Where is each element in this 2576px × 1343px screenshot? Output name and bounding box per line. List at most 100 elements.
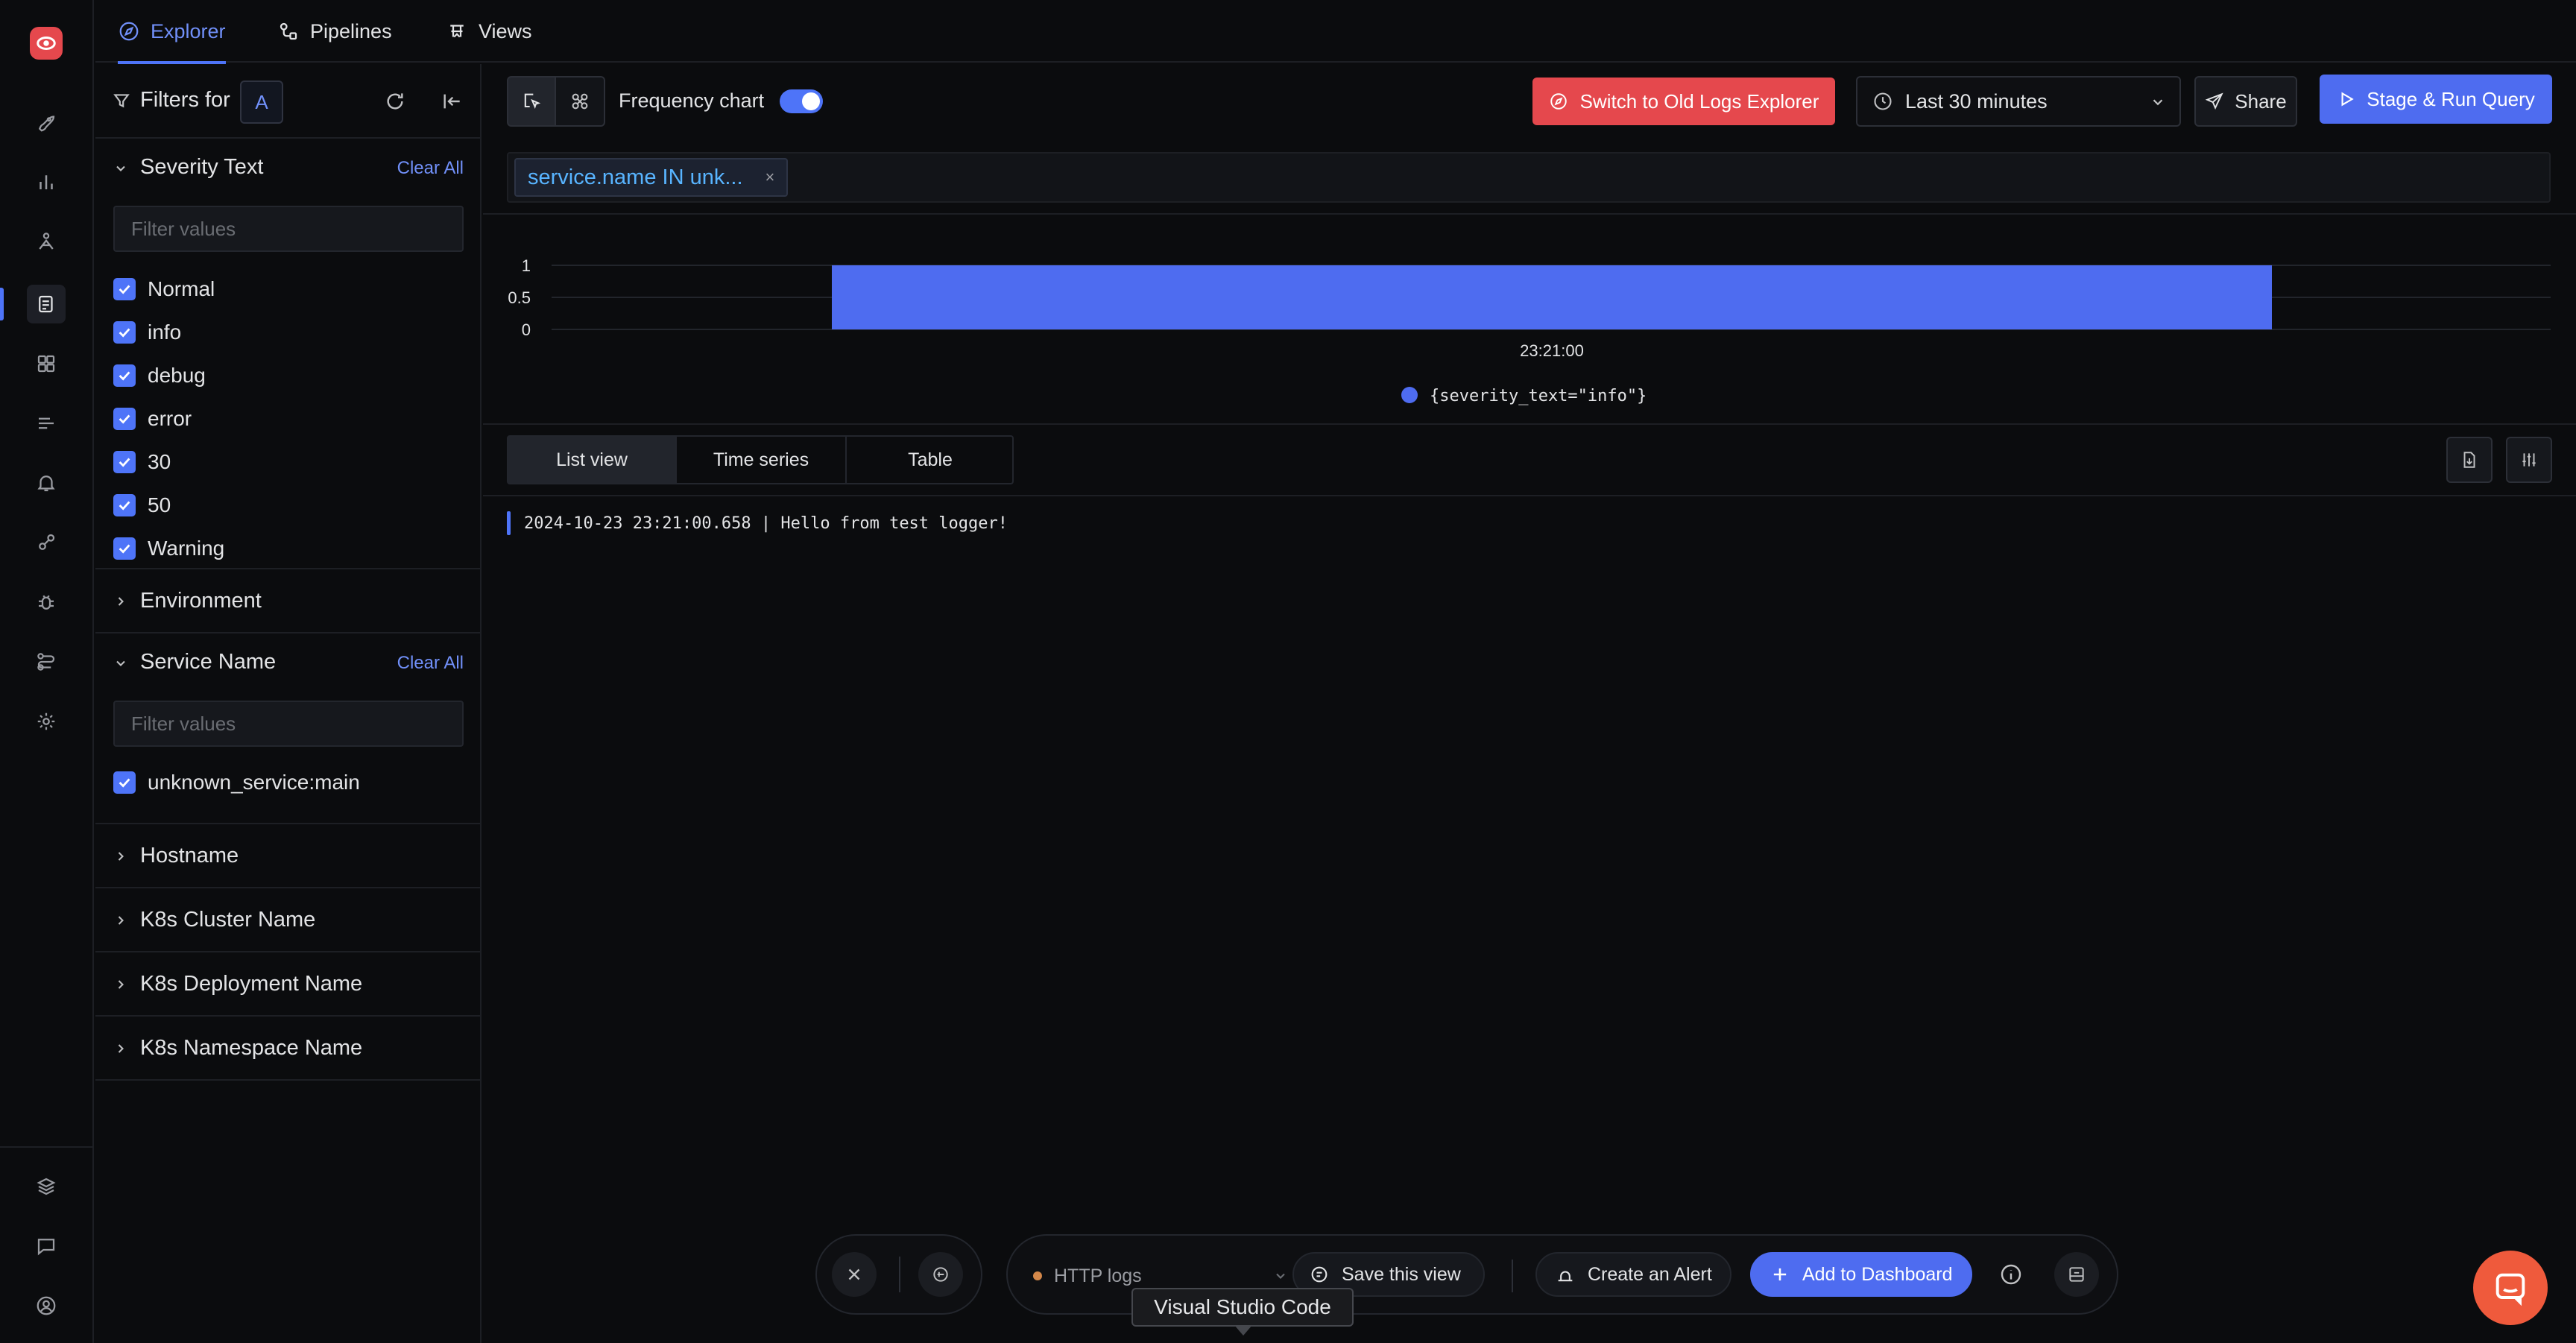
close-icon[interactable]: × [765, 168, 775, 187]
environment-title: Environment [140, 589, 262, 613]
sliders-icon [2522, 453, 2536, 467]
tab-list-view[interactable]: List view [508, 437, 677, 483]
severity-filter-input[interactable]: Filter values [113, 206, 464, 252]
log-line-text: 2024-10-23 23:21:00.658 | Hello from tes… [524, 514, 1008, 533]
severity-option-50[interactable]: 50 [113, 490, 171, 520]
settings-icon[interactable] [27, 702, 66, 741]
severity-indicator [507, 511, 511, 535]
signoz-logo-icon[interactable] [30, 27, 63, 60]
download-button[interactable] [2446, 437, 2493, 483]
alert-bell-icon[interactable] [27, 464, 66, 502]
hostname-title: Hostname [140, 844, 239, 868]
checkbox-checked[interactable] [113, 451, 136, 473]
log-line[interactable]: 2024-10-23 23:21:00.658 | Hello from tes… [507, 511, 1008, 535]
bottom-left-controls [815, 1234, 982, 1315]
legend-label: {severity_text="info"} [1430, 387, 1647, 405]
tab-views[interactable]: Views [446, 0, 532, 63]
chevron-right-icon [118, 1044, 124, 1053]
context-mode-button[interactable] [556, 76, 605, 127]
integrations-icon[interactable] [27, 523, 66, 562]
create-alert-button[interactable]: Create an Alert [1535, 1252, 1731, 1297]
severity-option-error[interactable]: error [113, 404, 192, 434]
k8s-namespace-section[interactable]: K8s Namespace Name [95, 1017, 482, 1081]
severity-option-normal[interactable]: Normal [113, 274, 215, 304]
environment-section[interactable]: Environment [95, 569, 482, 633]
stage-run-query-button[interactable]: Stage & Run Query [2320, 75, 2552, 124]
severity-option-warning[interactable]: Warning [113, 534, 224, 563]
checkbox-checked[interactable] [113, 278, 136, 300]
rocket-icon[interactable] [27, 103, 66, 142]
query-search-bar[interactable]: service.name IN unk... × [507, 152, 2551, 203]
support-chat-button[interactable] [2473, 1251, 2548, 1325]
checkbox-checked[interactable] [113, 321, 136, 344]
checkbox-checked[interactable] [113, 494, 136, 516]
share-button[interactable]: Share [2194, 76, 2297, 127]
workflow-icon[interactable] [27, 642, 66, 681]
add-to-dashboard-button[interactable]: Add to Dashboard [1750, 1252, 1972, 1297]
tab-explorer-label: Explorer [151, 19, 226, 42]
query-filter-tag[interactable]: service.name IN unk... × [514, 158, 789, 197]
funnel-icon [113, 93, 130, 107]
checkbox-checked[interactable] [113, 364, 136, 387]
service-option-unknown[interactable]: unknown_service:main [113, 768, 360, 797]
k8s-cluster-section[interactable]: K8s Cluster Name [95, 888, 482, 952]
time-range-select[interactable]: Last 30 minutes [1856, 76, 2181, 127]
list-icon[interactable] [27, 404, 66, 443]
checkbox-checked[interactable] [113, 408, 136, 430]
share-label: Share [2235, 89, 2287, 113]
chat-bubble-icon [2496, 1273, 2525, 1306]
option-label: info [148, 320, 182, 344]
info-icon[interactable] [1999, 1263, 2026, 1289]
logs-icon[interactable] [27, 285, 66, 323]
layers-icon[interactable] [27, 1167, 66, 1206]
bug-icon[interactable] [27, 583, 66, 622]
user-circle-icon[interactable] [27, 1286, 66, 1325]
dashboard-icon[interactable] [27, 344, 66, 383]
close-icon [848, 1268, 860, 1280]
frequency-chart-toggle[interactable] [780, 89, 823, 113]
chat-icon[interactable] [27, 1227, 66, 1265]
severity-option-30[interactable]: 30 [113, 447, 171, 477]
create-alert-label: Create an Alert [1588, 1263, 1712, 1285]
switch-old-explorer-button[interactable]: Switch to Old Logs Explorer [1532, 78, 1835, 125]
plus-icon [1773, 1268, 1787, 1281]
service-name-title[interactable]: Service Name [140, 650, 276, 674]
format-options-button[interactable] [2506, 437, 2552, 483]
filters-panel: Filters for A Severity Text Clear All Fi… [95, 64, 482, 1343]
bar-chart-icon[interactable] [27, 162, 66, 201]
option-label: debug [148, 364, 206, 387]
option-label: Warning [148, 537, 225, 560]
service-filter-input[interactable]: Filter values [113, 701, 464, 747]
tab-table[interactable]: Table [847, 437, 1014, 483]
severity-option-info[interactable]: info [113, 317, 181, 347]
query-badge[interactable]: A [240, 80, 283, 124]
refresh-icon[interactable] [383, 89, 407, 113]
checkbox-checked[interactable] [113, 771, 136, 794]
service-clear-all-link[interactable]: Clear All [397, 653, 464, 674]
export-panel-button[interactable] [2054, 1252, 2099, 1297]
list-mode-button[interactable] [507, 76, 556, 127]
traces-icon[interactable] [27, 222, 66, 261]
frequency-chart-svg: 1 0.5 0 23:21:00 {severity_text="info"} [508, 256, 2551, 405]
tab-explorer[interactable]: Explorer [118, 0, 226, 64]
source-select[interactable]: HTTP logs [1033, 1261, 1288, 1291]
x-tick-label: 23:21:00 [1520, 341, 1584, 360]
severity-clear-all-link[interactable]: Clear All [397, 158, 464, 179]
clear-query-button[interactable] [918, 1252, 963, 1297]
tab-time-series[interactable]: Time series [677, 437, 847, 483]
severity-option-debug[interactable]: debug [113, 361, 206, 391]
collapse-panel-icon[interactable] [440, 89, 464, 113]
chevron-down-icon [1275, 1273, 1285, 1279]
frequency-bar [832, 265, 2272, 329]
severity-text-title[interactable]: Severity Text [140, 155, 263, 180]
chevron-down-icon[interactable] [113, 656, 128, 671]
hostname-section[interactable]: Hostname [95, 824, 482, 888]
y-tick-label: 0 [522, 320, 531, 339]
checkbox-checked[interactable] [113, 537, 136, 560]
close-query-button[interactable] [832, 1252, 877, 1297]
chevron-down-icon[interactable] [113, 161, 128, 176]
tab-pipelines[interactable]: Pipelines [277, 0, 392, 63]
legend-swatch [1401, 387, 1418, 403]
k8s-deployment-section[interactable]: K8s Deployment Name [95, 952, 482, 1017]
service-name-section: Service Name Clear All Filter values unk… [95, 633, 482, 824]
